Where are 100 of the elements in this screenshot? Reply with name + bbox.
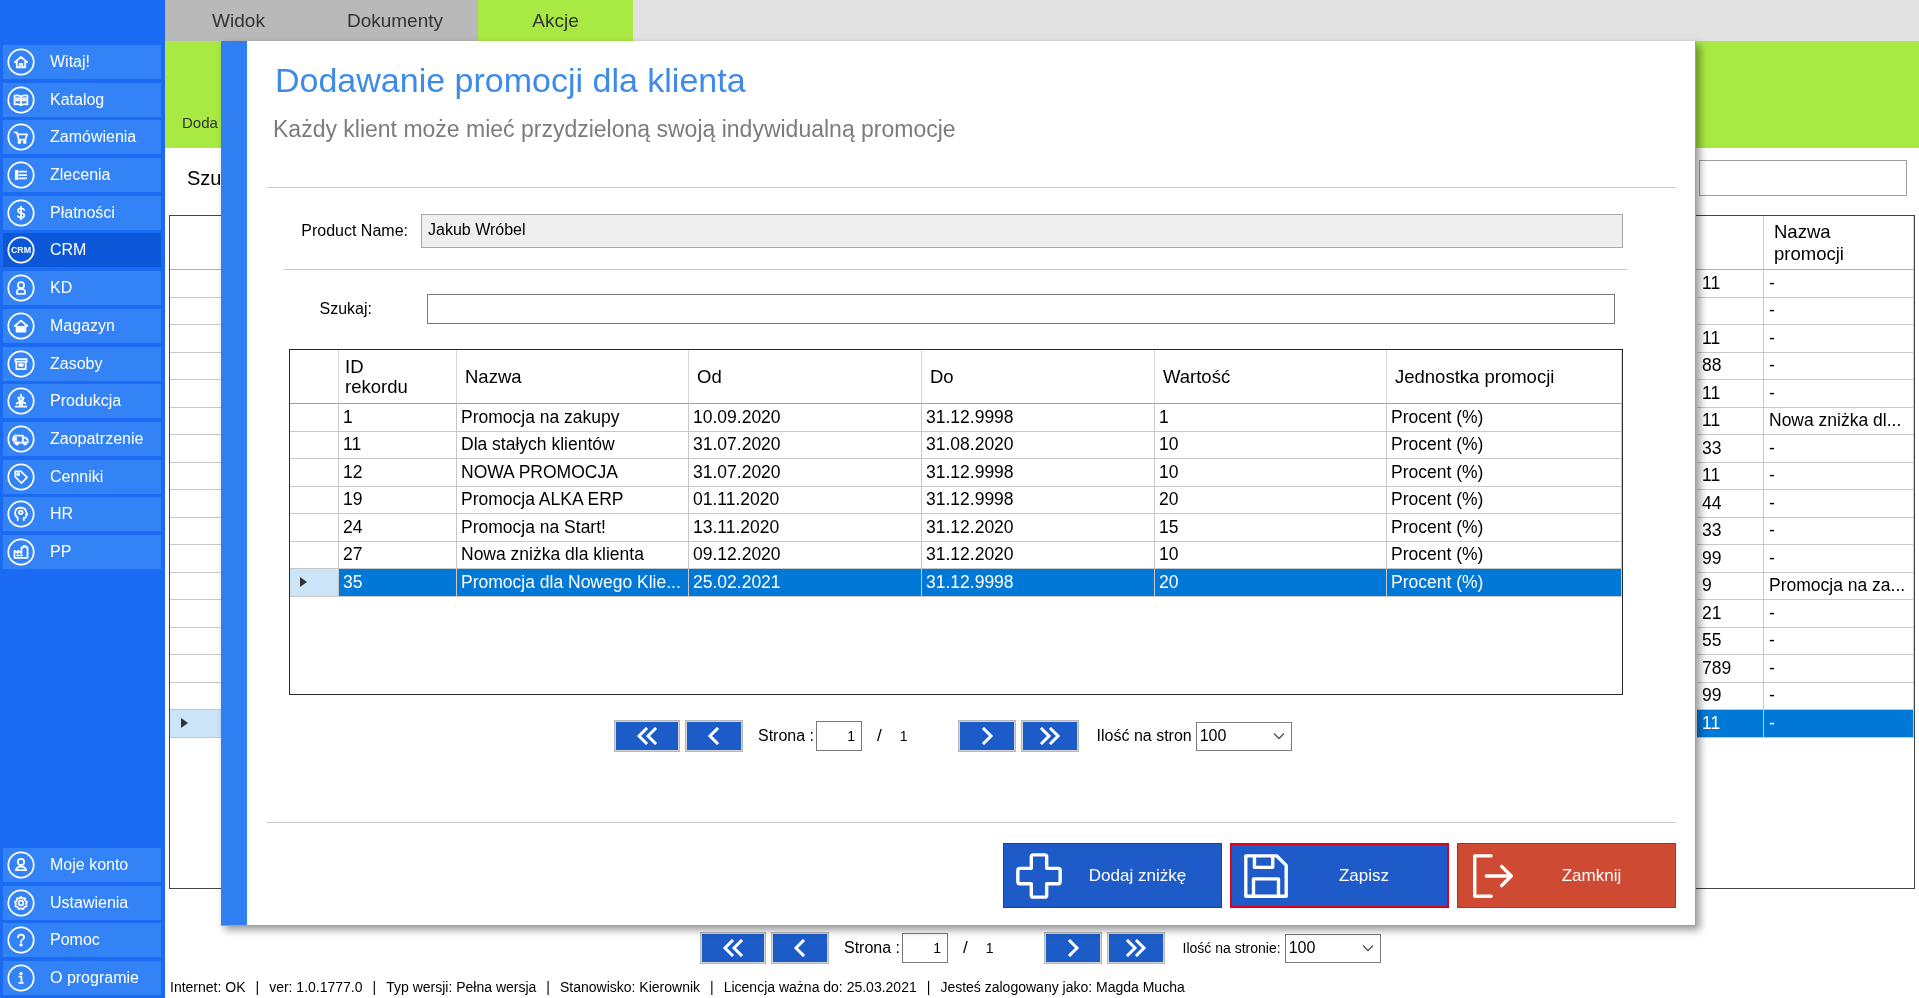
crm-icon: CRM: [7, 236, 35, 265]
caret-icon: [1272, 732, 1285, 740]
table-row[interactable]: 1 Promocja na zakupy 10.09.2020 31.12.9998 1 Procent (%): [290, 404, 1622, 432]
sidebar-item[interactable]: KD: [3, 271, 161, 306]
previous-page-button[interactable]: [685, 720, 743, 752]
dollar-icon: [7, 198, 35, 227]
status-item: Internet: OK: [170, 979, 246, 995]
per-page-dropdown[interactable]: 100: [1195, 721, 1292, 751]
sidebar-item[interactable]: Pomoc: [3, 923, 161, 958]
table-cell: -: [1764, 325, 1914, 353]
table-row[interactable]: 11 Dla stałych klientów 31.07.2020 31.08.2020 10 Procent (%): [290, 431, 1622, 459]
sidebar-item[interactable]: Moje konto: [3, 847, 161, 882]
sidebar-item[interactable]: Zasoby: [3, 346, 161, 381]
table-cell: 31.12.9998: [922, 569, 1155, 597]
per-page-dropdown[interactable]: 100: [1284, 933, 1381, 963]
table-cell: Promocja dla Nowego Klie...: [457, 569, 689, 597]
page-label: Strona :: [758, 727, 815, 745]
truck-icon: [7, 424, 35, 453]
table-row[interactable]: 27 Nowa zniżka dla klienta 09.12.2020 31.12.2020 10 Procent (%): [290, 541, 1622, 569]
menu-tab[interactable]: Dokumenty: [312, 0, 478, 41]
menu-tab[interactable]: Akcje: [478, 0, 633, 41]
table-cell: Procent (%): [1387, 569, 1622, 597]
settings-icon: [7, 888, 35, 917]
sidebar-item[interactable]: Magazyn: [3, 308, 161, 343]
sidebar-item[interactable]: Witaj!: [3, 45, 161, 79]
table-cell: -: [1764, 682, 1914, 710]
table-cell: 15: [1155, 514, 1387, 542]
table-row[interactable]: 12 NOWA PROMOCJA 31.07.2020 31.12.9998 10 Procent (%): [290, 459, 1622, 487]
sidebar-item[interactable]: Zamówienia: [3, 120, 161, 155]
sidebar-item[interactable]: Zlecenia: [3, 158, 161, 193]
table-cell: Procent (%): [1387, 404, 1622, 432]
dialog-subtitle: Każdy klient może mieć przydzieloną swoją indywidualną promocje: [273, 115, 956, 143]
search-label: Szu: [187, 166, 222, 190]
home-icon: [7, 48, 35, 76]
table-cell: 10.09.2020: [689, 404, 922, 432]
last-page-button[interactable]: [1020, 720, 1079, 752]
table-cell: 11: [1697, 270, 1764, 298]
first-page-button[interactable]: [700, 932, 766, 964]
robot-arm-icon: [7, 387, 35, 416]
table-row[interactable]: 35 Promocja dla Nowego Klie... 25.02.2021 31.12.9998 20 Procent (%): [290, 569, 1622, 597]
next-page-button[interactable]: [957, 720, 1016, 752]
ribbon-label: Doda: [182, 114, 218, 131]
page-label: Strona :: [844, 939, 901, 957]
close-button[interactable]: Zamknij: [1457, 843, 1676, 908]
table-cell: 25.02.2021: [689, 569, 922, 597]
row-indicator-icon: [300, 577, 307, 588]
save-button[interactable]: Zapisz: [1230, 843, 1449, 908]
table-cell: 31.12.2020: [922, 514, 1155, 542]
first-page-button[interactable]: [614, 720, 680, 752]
sidebar-item[interactable]: Cenniki: [3, 459, 161, 494]
add-button[interactable]: Dodaj zniżkę: [1003, 843, 1222, 908]
sidebar-item[interactable]: Ustawienia: [3, 885, 161, 920]
sidebar-item[interactable]: Produkcja: [3, 384, 161, 419]
table-cell: 13.11.2020: [689, 514, 922, 542]
status-item: Jesteś zalogowany jako: Magda Mucha: [940, 979, 1185, 995]
table-cell: 88: [1697, 352, 1764, 380]
page-field[interactable]: 1: [902, 933, 949, 963]
chevron-left-icon: [792, 939, 808, 957]
table-cell: 99: [1697, 682, 1764, 710]
sidebar-item[interactable]: Płatności: [3, 195, 161, 230]
tag-icon: [7, 462, 35, 491]
next-page-button[interactable]: [1043, 932, 1102, 964]
table-cell: Promocja na zakupy: [457, 404, 689, 432]
sidebar-item[interactable]: O programie: [3, 961, 161, 995]
table-cell: -: [1764, 710, 1914, 738]
double-chevron-left-icon: [634, 727, 660, 745]
sidebar-item[interactable]: Katalog: [3, 82, 161, 117]
previous-page-button[interactable]: [771, 932, 829, 964]
page-field[interactable]: 1: [816, 721, 863, 751]
sidebar-item[interactable]: Zaopatrzenie: [3, 421, 161, 456]
table-cell: 9: [1697, 572, 1764, 600]
sidebar-item[interactable]: HR: [3, 497, 161, 532]
last-page-button[interactable]: [1106, 932, 1165, 964]
sidebar-item[interactable]: CRM CRM: [3, 233, 161, 268]
cart-icon: [7, 123, 35, 152]
table-cell: Nowa zniżka dl...: [1764, 407, 1914, 435]
product-name-field[interactable]: Jakub Wróbel: [421, 214, 1623, 248]
table-cell: 10: [1155, 459, 1387, 487]
table-cell: 31.07.2020: [689, 459, 922, 487]
status-item: ver: 1.0.1777.0: [269, 979, 363, 995]
table-cell: 12: [339, 459, 457, 487]
search-field[interactable]: [427, 294, 1615, 324]
table-cell: Procent (%): [1387, 514, 1622, 542]
table-cell: 1: [339, 404, 457, 432]
caret-icon: [1361, 944, 1374, 952]
table-cell: Promocja na za...: [1764, 572, 1914, 600]
status-separator: |: [710, 979, 714, 995]
table-cell: 24: [339, 514, 457, 542]
table-cell: 33: [1697, 517, 1764, 545]
status-separator: |: [546, 979, 550, 995]
page-total: 1: [985, 940, 994, 956]
table-cell: -: [1764, 352, 1914, 380]
menu-tab[interactable]: Widok: [165, 0, 312, 41]
row-header[interactable]: [170, 710, 222, 738]
table-cell: -: [1764, 435, 1914, 463]
status-item: Licencja ważna do: 25.03.2021: [723, 979, 917, 995]
search-field[interactable]: [1699, 160, 1907, 196]
table-row[interactable]: 19 Promocja ALKA ERP 01.11.2020 31.12.9998 20 Procent (%): [290, 486, 1622, 514]
sidebar-item[interactable]: PP: [3, 534, 161, 569]
table-row[interactable]: 24 Promocja na Start! 13.11.2020 31.12.2020 15 Procent (%): [290, 514, 1622, 542]
